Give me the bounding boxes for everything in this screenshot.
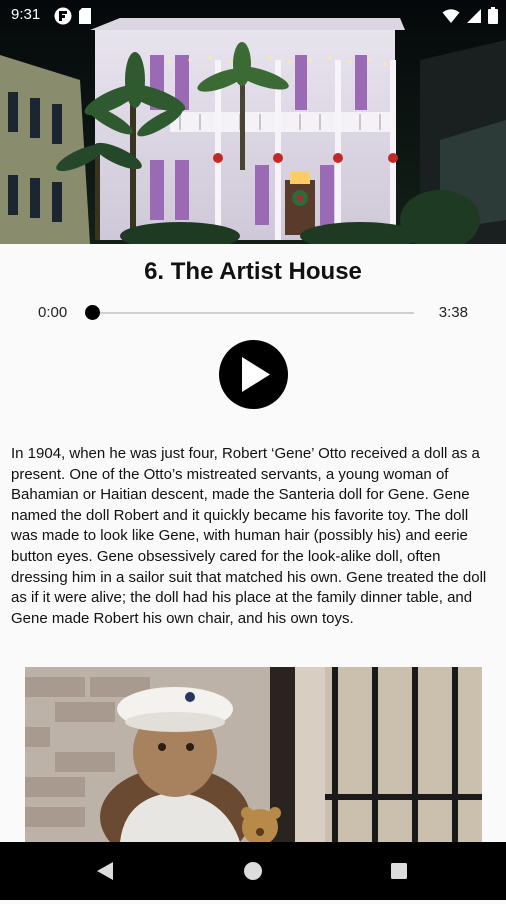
sd-card-icon: [78, 7, 92, 30]
seek-track[interactable]: [92, 312, 414, 314]
seek-thumb[interactable]: [85, 305, 100, 320]
recents-button[interactable]: [369, 842, 429, 900]
total-time: 3:38: [438, 304, 468, 321]
status-time: 9:31: [11, 6, 41, 23]
content-image: [25, 667, 482, 842]
artist-house-photo: [0, 0, 506, 244]
signal-icon: [466, 8, 482, 29]
current-time: 0:00: [38, 304, 68, 321]
home-icon: [244, 862, 262, 880]
description-text: In 1904, when he was just four, Robert ‘…: [11, 445, 487, 627]
page-title: 6. The Artist House: [144, 258, 362, 285]
recents-icon: [391, 863, 407, 879]
battery-icon: [488, 7, 498, 29]
home-button[interactable]: [223, 842, 283, 900]
back-button[interactable]: [75, 842, 135, 900]
navigation-bar: [0, 842, 506, 900]
hero-image: [0, 0, 506, 244]
flipboard-icon: [54, 7, 72, 30]
wifi-icon: [442, 8, 460, 29]
status-bar: 9:31: [0, 0, 506, 32]
play-button[interactable]: [219, 340, 288, 409]
play-icon: [242, 357, 270, 392]
back-icon: [97, 862, 113, 880]
robert-doll-photo: [25, 667, 482, 842]
